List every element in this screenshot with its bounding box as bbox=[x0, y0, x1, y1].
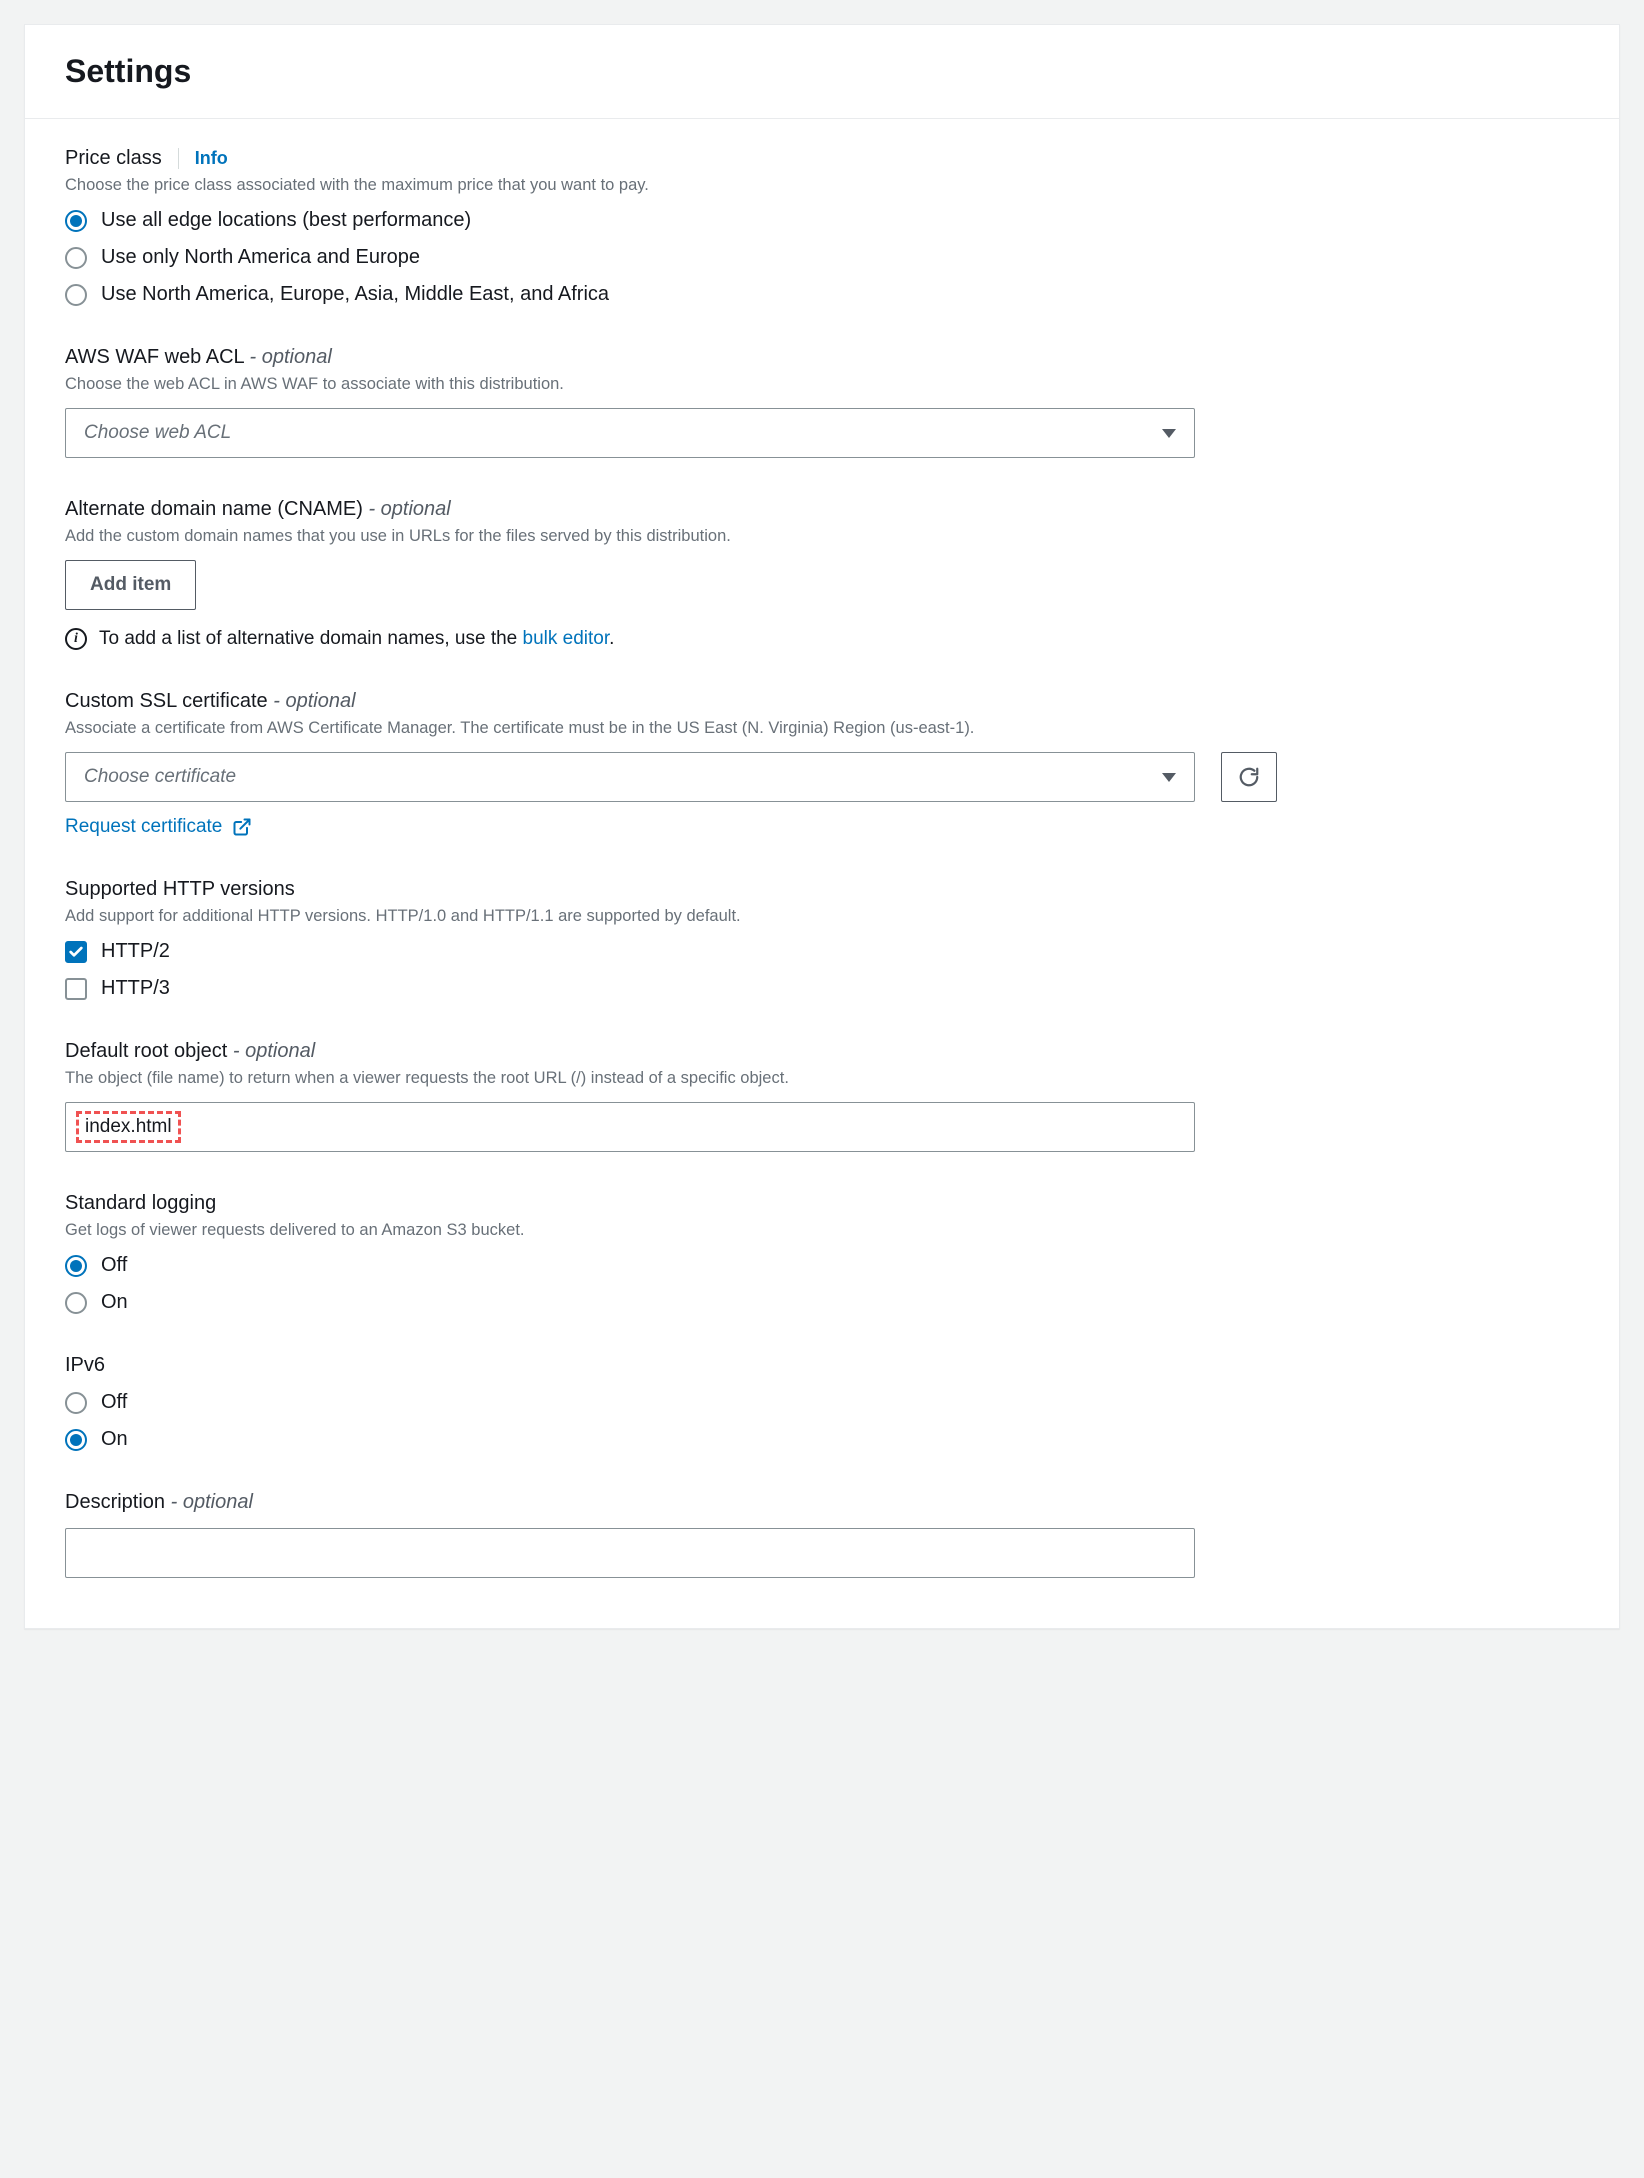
page-title: Settings bbox=[65, 53, 1579, 90]
cname-section: Alternate domain name (CNAME) - optional… bbox=[65, 498, 1579, 650]
price-class-option-na-eu: Use only North America and Europe bbox=[101, 246, 420, 269]
waf-section: AWS WAF web ACL - optional Choose the we… bbox=[65, 346, 1579, 458]
ipv6-section: IPv6 Off On bbox=[65, 1354, 1579, 1451]
request-certificate-link[interactable]: Request certificate bbox=[65, 816, 222, 838]
waf-select[interactable]: Choose web ACL bbox=[65, 408, 1195, 458]
ssl-hint: Associate a certificate from AWS Certifi… bbox=[65, 719, 1579, 738]
refresh-icon bbox=[1238, 766, 1260, 788]
refresh-certificates-button[interactable] bbox=[1221, 752, 1277, 802]
logging-on-radio[interactable] bbox=[65, 1292, 87, 1314]
ipv6-on-label: On bbox=[101, 1428, 128, 1451]
price-class-radio-na-eu-asia[interactable] bbox=[65, 284, 87, 306]
root-object-label: Default root object bbox=[65, 1040, 227, 1062]
external-link-icon bbox=[232, 817, 252, 837]
cname-info-prefix: To add a list of alternative domain name… bbox=[99, 628, 523, 649]
price-class-section: Price class Info Choose the price class … bbox=[65, 147, 1579, 306]
logging-label: Standard logging bbox=[65, 1192, 1579, 1215]
ssl-select-placeholder: Choose certificate bbox=[84, 766, 236, 788]
cname-hint: Add the custom domain names that you use… bbox=[65, 527, 1579, 546]
bulk-editor-link[interactable]: bulk editor bbox=[523, 628, 610, 649]
price-class-option-all: Use all edge locations (best performance… bbox=[101, 209, 471, 232]
cname-optional: - optional bbox=[368, 498, 450, 520]
waf-hint: Choose the web ACL in AWS WAF to associa… bbox=[65, 375, 1579, 394]
http2-checkbox[interactable] bbox=[65, 941, 87, 963]
price-class-option-na-eu-asia: Use North America, Europe, Asia, Middle … bbox=[101, 283, 609, 306]
waf-label: AWS WAF web ACL bbox=[65, 346, 244, 368]
root-object-section: Default root object - optional The objec… bbox=[65, 1040, 1579, 1152]
root-object-hint: The object (file name) to return when a … bbox=[65, 1069, 1579, 1088]
logging-on-label: On bbox=[101, 1291, 128, 1314]
ssl-optional: - optional bbox=[273, 690, 355, 712]
caret-down-icon bbox=[1162, 773, 1176, 782]
logging-hint: Get logs of viewer requests delivered to… bbox=[65, 1221, 1579, 1240]
description-optional: - optional bbox=[171, 1491, 253, 1513]
cname-label: Alternate domain name (CNAME) bbox=[65, 498, 363, 520]
price-class-hint: Choose the price class associated with t… bbox=[65, 176, 1579, 195]
info-link[interactable]: Info bbox=[178, 148, 228, 169]
ipv6-off-label: Off bbox=[101, 1391, 127, 1414]
http-hint: Add support for additional HTTP versions… bbox=[65, 907, 1579, 926]
price-class-label: Price class bbox=[65, 147, 162, 170]
cname-info-suffix: . bbox=[609, 628, 614, 649]
caret-down-icon bbox=[1162, 429, 1176, 438]
ssl-label: Custom SSL certificate bbox=[65, 690, 268, 712]
settings-panel: Settings Price class Info Choose the pri… bbox=[24, 24, 1620, 1629]
ssl-select[interactable]: Choose certificate bbox=[65, 752, 1195, 802]
highlight-annotation: index.html bbox=[76, 1111, 181, 1143]
http3-label: HTTP/3 bbox=[101, 977, 170, 1000]
ssl-section: Custom SSL certificate - optional Associ… bbox=[65, 690, 1579, 838]
ipv6-label: IPv6 bbox=[65, 1354, 1579, 1377]
description-section: Description - optional bbox=[65, 1491, 1579, 1578]
logging-off-radio[interactable] bbox=[65, 1255, 87, 1277]
ipv6-off-radio[interactable] bbox=[65, 1392, 87, 1414]
root-object-optional: - optional bbox=[233, 1040, 315, 1062]
http2-label: HTTP/2 bbox=[101, 940, 170, 963]
logging-section: Standard logging Get logs of viewer requ… bbox=[65, 1192, 1579, 1314]
waf-optional: - optional bbox=[250, 346, 332, 368]
root-object-input[interactable]: index.html bbox=[65, 1102, 1195, 1152]
logging-off-label: Off bbox=[101, 1254, 127, 1277]
check-icon bbox=[68, 944, 84, 960]
price-class-radio-na-eu[interactable] bbox=[65, 247, 87, 269]
http-versions-section: Supported HTTP versions Add support for … bbox=[65, 878, 1579, 1000]
panel-header: Settings bbox=[25, 25, 1619, 119]
info-icon: i bbox=[65, 628, 87, 650]
description-input[interactable] bbox=[65, 1528, 1195, 1578]
description-label: Description bbox=[65, 1491, 165, 1513]
price-class-radio-all[interactable] bbox=[65, 210, 87, 232]
ipv6-on-radio[interactable] bbox=[65, 1429, 87, 1451]
http-label: Supported HTTP versions bbox=[65, 878, 1579, 901]
root-object-value: index.html bbox=[85, 1116, 172, 1137]
http3-checkbox[interactable] bbox=[65, 978, 87, 1000]
waf-select-placeholder: Choose web ACL bbox=[84, 422, 231, 444]
add-item-button[interactable]: Add item bbox=[65, 560, 196, 610]
